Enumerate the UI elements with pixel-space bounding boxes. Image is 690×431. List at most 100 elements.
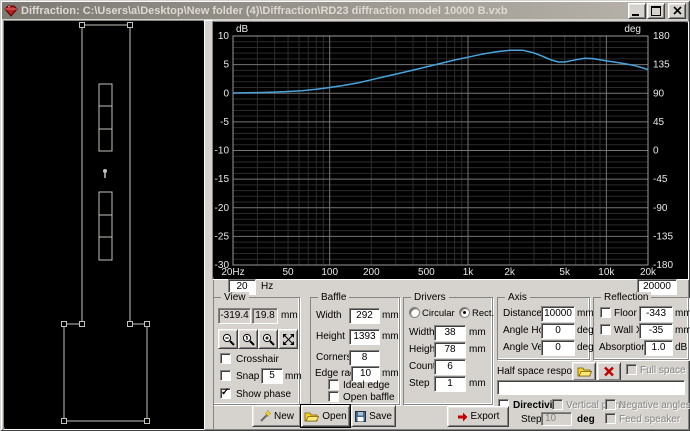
svg-text:deg: deg [624, 24, 641, 35]
titlebar[interactable]: Diffraction: C:\Users\a\Desktop\New fold… [2, 2, 688, 19]
cursor-unit: mm [281, 310, 298, 321]
angle-ver-input[interactable]: 0 [541, 340, 575, 356]
feed-speaker-label: Feed speaker [619, 414, 681, 425]
snap-input[interactable]: 5 [261, 368, 283, 384]
directivity-step-label: Step [521, 414, 542, 425]
new-button-label: New [273, 410, 294, 422]
export-button-label: Export [470, 411, 500, 422]
ideal-edge-label: Ideal edge [343, 380, 390, 391]
cursor-x-readout: -319.4 [218, 308, 251, 324]
magic-wand-icon [260, 410, 271, 422]
svg-text:20k: 20k [640, 267, 657, 277]
baffle-drawing [4, 21, 203, 427]
driver-width-label: Width [409, 327, 435, 338]
driver-width-input[interactable]: 38 [434, 325, 466, 341]
zoom-reset-button[interactable] [238, 329, 258, 349]
negative-angles-checkbox[interactable] [605, 399, 616, 410]
circular-radio[interactable] [409, 307, 420, 318]
baffle-height-label: Height [316, 331, 345, 342]
maximize-icon [651, 5, 661, 16]
red-arrow-icon [457, 412, 468, 421]
rect-radio[interactable] [459, 307, 470, 318]
view-group: View -319.4 19.8 mm Crosshair Snap 5 mm … [213, 292, 302, 405]
full-space-checkbox[interactable] [626, 364, 637, 375]
svg-text:5: 5 [223, 60, 229, 71]
zoom-fit-button[interactable] [278, 329, 298, 349]
absorption-label: Absorption [599, 342, 647, 353]
snap-checkbox[interactable] [220, 370, 231, 381]
svg-text:45: 45 [653, 117, 665, 128]
red-x-icon [604, 366, 614, 377]
baffle-canvas[interactable] [3, 20, 206, 430]
baffle-corners-label: Corners [316, 352, 352, 363]
half-space-path-input[interactable] [497, 380, 685, 395]
minimize-button[interactable] [628, 2, 646, 19]
driver-count-input[interactable]: 6 [434, 359, 466, 375]
vertical-plane-checkbox[interactable] [552, 399, 563, 410]
svg-text:0: 0 [653, 146, 659, 157]
absorption-input[interactable]: 1.0 [644, 340, 673, 356]
driver-count-label: Count [409, 361, 436, 372]
window-title: Diffraction: C:\Users\a\Desktop\New fold… [21, 4, 508, 17]
magnifier-1-icon [242, 333, 255, 346]
svg-text:1k: 1k [463, 267, 475, 277]
save-button[interactable]: Save [351, 405, 396, 427]
angle-hor-input[interactable]: 0 [541, 323, 575, 339]
baffle-corners-input[interactable]: 8 [349, 350, 380, 366]
baffle-height-input[interactable]: 1393 [349, 329, 380, 345]
angle-hor-unit: deg [577, 325, 594, 336]
reflection-group: Reflection Floor Y -343 mm Wall X -35 mm… [593, 292, 690, 360]
baffle-width-input[interactable]: 292 [349, 308, 380, 324]
app-icon [4, 5, 18, 17]
open-button[interactable]: Open [300, 404, 351, 428]
new-button[interactable]: New [252, 405, 301, 427]
wall-x-checkbox[interactable] [600, 324, 611, 335]
svg-text:135: 135 [653, 60, 670, 71]
svg-text:10k: 10k [598, 267, 615, 277]
clear-response-button[interactable] [597, 362, 621, 381]
zoom-in-button[interactable] [258, 329, 278, 349]
rect-label: Rect. [472, 308, 495, 319]
svg-text:-20: -20 [215, 203, 230, 214]
svg-text:-45: -45 [653, 174, 668, 185]
close-button[interactable] [668, 2, 686, 19]
load-response-button[interactable] [572, 362, 596, 381]
svg-text:500: 500 [418, 267, 435, 277]
wall-x-input[interactable]: -35 [639, 323, 673, 339]
floor-y-checkbox[interactable] [600, 307, 611, 318]
expand-arrows-icon [282, 333, 294, 345]
feed-speaker-checkbox[interactable] [605, 413, 616, 424]
cursor-y-readout: 19.8 [252, 308, 278, 324]
magnifier-plus-icon [262, 333, 275, 346]
angle-ver-label: Angle Ver [503, 342, 547, 353]
driver-step-input[interactable]: 1 [434, 376, 466, 392]
view-group-label: View [221, 292, 249, 303]
ideal-edge-checkbox[interactable] [328, 379, 339, 390]
driver-height-input[interactable]: 78 [434, 342, 466, 358]
svg-text:2k: 2k [504, 267, 516, 277]
maximize-button[interactable] [647, 2, 665, 19]
svg-text:-5: -5 [220, 117, 229, 128]
svg-text:-90: -90 [653, 203, 668, 214]
vertical-plane-label: Vertical plane [566, 400, 627, 411]
crosshair-checkbox[interactable] [220, 353, 231, 364]
full-space-label: Full space [640, 365, 686, 376]
distance-input[interactable]: 10000 [541, 306, 575, 322]
zoom-out-button[interactable] [218, 329, 238, 349]
open-baffle-checkbox[interactable] [328, 391, 339, 402]
axis-group-label: Axis [505, 292, 530, 303]
open-button-label: Open [322, 410, 347, 422]
export-button[interactable]: Export [447, 406, 509, 427]
show-phase-checkbox[interactable] [220, 387, 231, 399]
directivity-step-input[interactable]: 10 [541, 412, 572, 426]
distance-unit: mm [577, 308, 594, 319]
baffle-height-unit: mm [382, 331, 399, 342]
svg-text:-135: -135 [653, 231, 673, 242]
app-window: Diffraction: C:\Users\a\Desktop\New fold… [0, 0, 690, 431]
svg-text:-15: -15 [215, 174, 230, 185]
baffle-group-label: Baffle [318, 292, 350, 303]
axis-group: Axis Distance 10000 mm Angle Hor 0 deg A… [497, 292, 594, 360]
floor-y-input[interactable]: -343 [639, 306, 673, 322]
svg-text:100: 100 [321, 267, 338, 277]
svg-text:10: 10 [218, 31, 230, 42]
